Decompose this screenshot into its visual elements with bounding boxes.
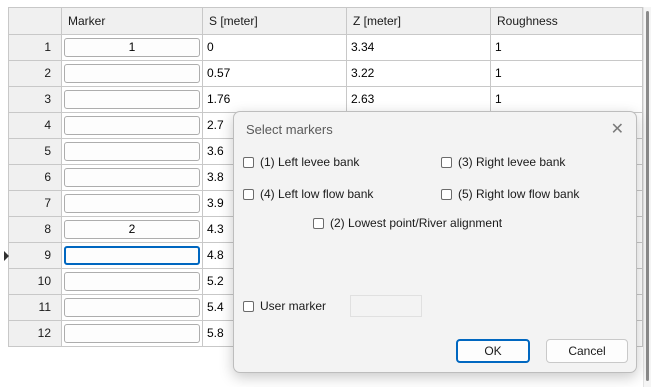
marker-dropdown[interactable] [64, 142, 200, 161]
marker-dropdown[interactable] [64, 298, 200, 317]
marker-dropdown[interactable] [64, 272, 200, 291]
user-marker-input[interactable] [350, 295, 422, 317]
cancel-button[interactable]: Cancel [546, 339, 628, 363]
checkbox-box[interactable] [243, 156, 254, 168]
marker-cell [62, 139, 203, 165]
checkbox-left-low-flow-bank[interactable]: (4) Left low flow bank [243, 187, 373, 201]
row-header[interactable]: 10 [8, 269, 62, 295]
row-header[interactable]: 7 [8, 191, 62, 217]
checkbox-label: (2) Lowest point/River alignment [330, 216, 503, 230]
checkbox-label: User marker [260, 299, 327, 313]
marker-cell: 2 [62, 217, 203, 243]
checkbox-box[interactable] [243, 300, 254, 312]
column-header-z[interactable]: Z [meter] [347, 7, 491, 35]
row-header[interactable]: 4 [8, 113, 62, 139]
cell-roughness[interactable]: 1 [491, 61, 643, 87]
row-header[interactable]: 12 [8, 321, 62, 347]
marker-dropdown[interactable] [64, 64, 200, 83]
marker-cell: 1 [62, 35, 203, 61]
cell-s-meter[interactable]: 1.76 [203, 87, 347, 113]
dialog-title: Select markers [246, 122, 333, 137]
marker-cell [62, 269, 203, 295]
column-header-marker[interactable]: Marker [62, 7, 203, 35]
grid-corner[interactable] [8, 7, 62, 35]
marker-cell [62, 321, 203, 347]
marker-cell [62, 191, 203, 217]
marker-cell [62, 165, 203, 191]
table-row[interactable]: 2 0.57 3.22 1 [0, 61, 651, 87]
cell-roughness[interactable]: 1 [491, 87, 643, 113]
checkbox-lowest-point[interactable]: (2) Lowest point/River alignment [313, 216, 502, 230]
cell-roughness[interactable]: 1 [491, 35, 643, 61]
cell-s-meter[interactable]: 0 [203, 35, 347, 61]
checkbox-label: (3) Right levee bank [458, 155, 566, 169]
row-header[interactable]: 1 [8, 35, 62, 61]
column-header-roughness[interactable]: Roughness [491, 7, 643, 35]
select-markers-dialog: Select markers ✕ (1) Left levee bank (3)… [233, 111, 637, 373]
marker-dropdown[interactable] [64, 246, 200, 265]
row-header[interactable]: 2 [8, 61, 62, 87]
checkbox-box[interactable] [313, 217, 324, 229]
checkbox-label: (5) Right low flow bank [458, 187, 580, 201]
scrollbar-thumb[interactable] [646, 11, 649, 381]
row-header[interactable]: 3 [8, 87, 62, 113]
checkbox-right-low-flow-bank[interactable]: (5) Right low flow bank [441, 187, 579, 201]
marker-cell [62, 243, 203, 269]
marker-cell [62, 113, 203, 139]
marker-dropdown[interactable] [64, 168, 200, 187]
marker-dropdown[interactable]: 2 [64, 220, 200, 239]
cell-z-meter[interactable]: 3.34 [347, 35, 491, 61]
row-header[interactable]: 9 [8, 243, 62, 269]
row-header[interactable]: 11 [8, 295, 62, 321]
current-row-indicator-icon [4, 251, 9, 261]
column-header-s[interactable]: S [meter] [203, 7, 347, 35]
checkbox-right-levee-bank[interactable]: (3) Right levee bank [441, 155, 565, 169]
checkbox-user-marker[interactable]: User marker [243, 299, 326, 313]
vertical-scrollbar[interactable] [643, 7, 651, 387]
cell-z-meter[interactable]: 2.63 [347, 87, 491, 113]
table-row[interactable]: 1 1 0 3.34 1 [0, 35, 651, 61]
checkbox-left-levee-bank[interactable]: (1) Left levee bank [243, 155, 359, 169]
cell-s-meter[interactable]: 0.57 [203, 61, 347, 87]
table-row[interactable]: 3 1.76 2.63 1 [0, 87, 651, 113]
marker-dropdown[interactable]: 1 [64, 38, 200, 57]
row-header[interactable]: 8 [8, 217, 62, 243]
marker-cell [62, 61, 203, 87]
marker-dropdown[interactable] [64, 116, 200, 135]
checkbox-box[interactable] [441, 156, 452, 168]
checkbox-box[interactable] [243, 188, 254, 200]
ok-button[interactable]: OK [456, 339, 530, 363]
cell-z-meter[interactable]: 3.22 [347, 61, 491, 87]
marker-cell [62, 295, 203, 321]
checkbox-box[interactable] [441, 188, 452, 200]
row-header[interactable]: 5 [8, 139, 62, 165]
row-header[interactable]: 6 [8, 165, 62, 191]
marker-dropdown[interactable] [64, 90, 200, 109]
marker-dropdown[interactable] [64, 324, 200, 343]
checkbox-label: (1) Left levee bank [260, 155, 360, 169]
marker-dropdown[interactable] [64, 194, 200, 213]
marker-cell [62, 87, 203, 113]
close-icon[interactable]: ✕ [611, 119, 624, 139]
checkbox-label: (4) Left low flow bank [260, 187, 374, 201]
